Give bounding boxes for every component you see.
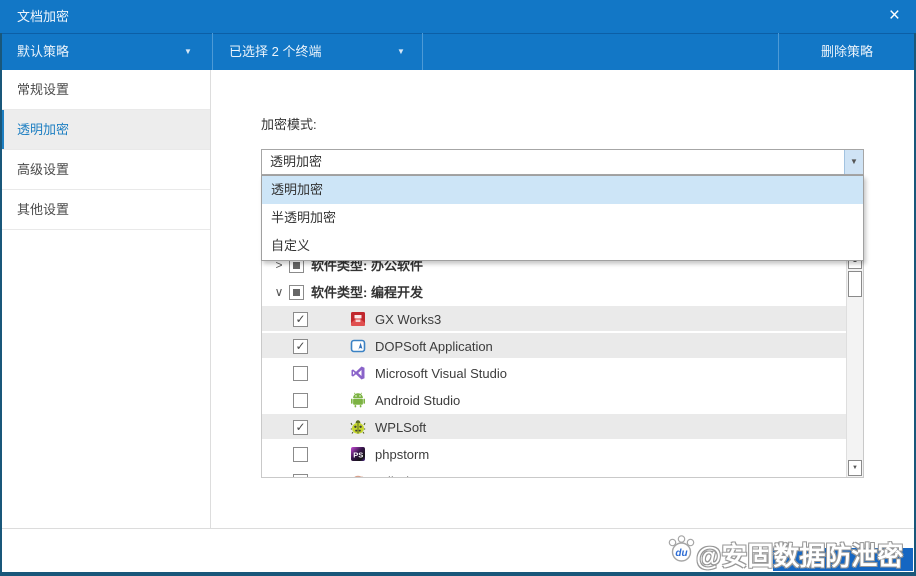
policy-dropdown[interactable]: 默认策略 ▼ (0, 33, 212, 70)
delete-policy-button[interactable]: 删除策略 (778, 33, 916, 70)
baidu-paw-icon: du (667, 533, 696, 564)
title-bar: 文档加密 × (0, 0, 916, 33)
footer-divider (0, 528, 916, 529)
group-label: 软件类型: 编程开发 (311, 279, 423, 306)
wplsoft-icon (350, 419, 366, 435)
chevron-down-icon: ▼ (184, 33, 192, 70)
software-row-phpstorm[interactable]: PS phpstorm (262, 441, 863, 468)
sidebar-item-transparent-encryption[interactable]: 透明加密 (0, 110, 210, 150)
chevron-down-icon[interactable]: ∨ (272, 279, 286, 306)
software-row-wplsoft[interactable]: ✓ WPLSoft (262, 414, 863, 441)
gx-works3-icon (350, 311, 366, 327)
dopsoft-icon (350, 338, 366, 354)
software-label: GX Works3 (375, 306, 441, 333)
toolbar-divider (422, 33, 423, 70)
group-checkbox[interactable] (289, 285, 304, 300)
item-checkbox[interactable] (293, 366, 308, 381)
svg-text:PS: PS (353, 451, 363, 460)
software-row-android-studio[interactable]: Android Studio (262, 387, 863, 414)
policy-dropdown-label: 默认策略 (17, 33, 69, 70)
dropdown-option-semi-transparent[interactable]: 半透明加密 (262, 204, 863, 232)
software-label: phpstorm (375, 441, 429, 468)
chevron-down-icon: ▼ (397, 33, 405, 70)
terminal-dropdown[interactable]: 已选择 2 个终端 ▼ (213, 33, 422, 70)
encryption-mode-label: 加密模式: (261, 114, 317, 133)
software-row-gx-works3[interactable]: ✓ GX Works3 (262, 306, 863, 333)
software-list: > 软件类型: 办公软件 ∨ 软件类型: 编程开发 ✓ GX Works3 ✓ (261, 251, 864, 478)
select-dropdown-button[interactable]: ▼ (844, 150, 863, 174)
software-label: WPLSoft (375, 414, 426, 441)
software-row-editplus[interactable]: EditPlus (262, 468, 863, 478)
window-title: 文档加密 (17, 0, 69, 33)
android-studio-icon (350, 392, 366, 408)
list-scrollbar[interactable]: ▲ ▼ (846, 252, 863, 477)
item-checkbox[interactable]: ✓ (293, 312, 308, 327)
item-checkbox[interactable]: ✓ (293, 420, 308, 435)
software-label: EditPlus (375, 468, 423, 478)
toolbar: 默认策略 ▼ 已选择 2 个终端 ▼ 删除策略 (0, 33, 916, 70)
visual-studio-icon (350, 365, 366, 381)
software-label: Microsoft Visual Studio (375, 360, 507, 387)
editplus-icon (350, 473, 366, 478)
document-encryption-window: 文档加密 × 默认策略 ▼ 已选择 2 个终端 ▼ 删除策略 常规设置 透明加密… (0, 0, 916, 576)
dropdown-option-transparent[interactable]: 透明加密 (262, 176, 863, 204)
close-icon[interactable]: × (889, 3, 900, 29)
software-group-row-programming[interactable]: ∨ 软件类型: 编程开发 (262, 279, 863, 306)
window-border-left (0, 33, 2, 576)
settings-sidebar: 常规设置 透明加密 高级设置 其他设置 (0, 70, 210, 528)
encryption-mode-select[interactable]: 透明加密 ▼ (261, 149, 864, 175)
scroll-down-icon[interactable]: ▼ (848, 460, 862, 476)
item-checkbox[interactable] (293, 447, 308, 462)
software-row-visual-studio[interactable]: Microsoft Visual Studio (262, 360, 863, 387)
software-label: DOPSoft Application (375, 333, 493, 360)
main-panel: 加密模式: 透明加密 ▼ 透明加密 半透明加密 自定义 > 软件类型: 办公软件… (211, 70, 916, 528)
software-label: Android Studio (375, 387, 460, 414)
window-border-bottom (0, 572, 916, 576)
scrollbar-thumb[interactable] (848, 271, 862, 297)
select-value: 透明加密 (270, 150, 322, 174)
item-checkbox[interactable] (293, 474, 308, 478)
chevron-down-icon: ▼ (845, 150, 863, 174)
item-checkbox[interactable]: ✓ (293, 339, 308, 354)
svg-text:du: du (675, 548, 687, 559)
terminal-dropdown-label: 已选择 2 个终端 (229, 33, 321, 70)
item-checkbox[interactable] (293, 393, 308, 408)
sidebar-item-advanced-settings[interactable]: 高级设置 (0, 150, 210, 190)
encryption-mode-dropdown-list: 透明加密 半透明加密 自定义 (261, 175, 864, 261)
software-row-dopsoft[interactable]: ✓ DOPSoft Application (262, 333, 863, 360)
watermark-text: @安固数据防泄密 (696, 536, 903, 573)
sidebar-item-general-settings[interactable]: 常规设置 (0, 70, 210, 110)
sidebar-item-other-settings[interactable]: 其他设置 (0, 190, 210, 230)
phpstorm-icon: PS (350, 446, 366, 462)
dropdown-option-custom[interactable]: 自定义 (262, 232, 863, 260)
